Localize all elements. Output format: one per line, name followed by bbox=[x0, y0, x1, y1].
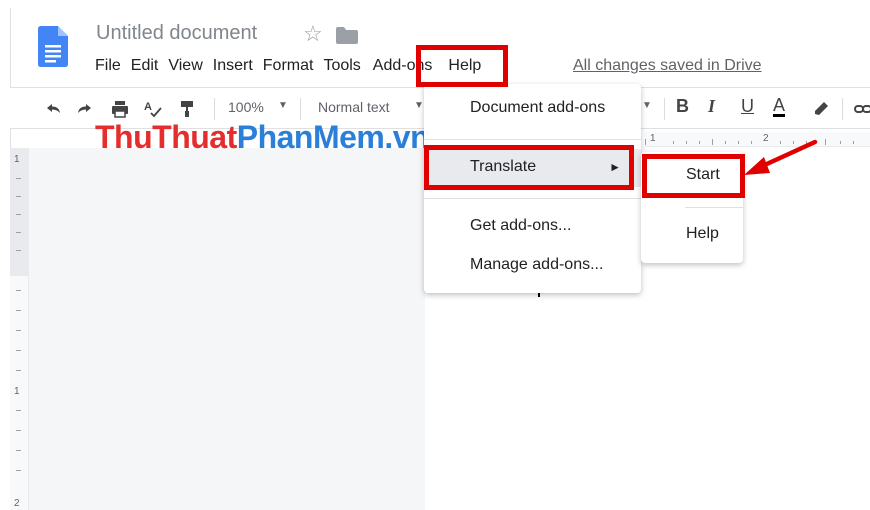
highlight-pen-icon[interactable] bbox=[810, 98, 832, 120]
menu-format[interactable]: Format bbox=[263, 56, 320, 78]
menu-separator bbox=[685, 207, 743, 208]
zoom-caret-icon[interactable]: ▼ bbox=[278, 100, 288, 111]
highlight-box-translate bbox=[424, 145, 634, 190]
style-caret-icon[interactable]: ▼ bbox=[414, 100, 424, 111]
folder-icon[interactable] bbox=[336, 27, 358, 44]
underline-button[interactable]: U bbox=[741, 96, 754, 117]
highlight-box-start bbox=[642, 154, 745, 198]
watermark-part1: ThuThuat bbox=[95, 119, 237, 155]
vertical-ruler-margin bbox=[10, 148, 28, 276]
toolbar-separator bbox=[664, 98, 665, 120]
document-title[interactable]: Untitled document bbox=[96, 22, 257, 45]
star-icon[interactable]: ☆ bbox=[303, 21, 323, 47]
menu-separator bbox=[424, 198, 641, 199]
toolbar-separator bbox=[842, 98, 843, 120]
menu-separator bbox=[424, 139, 641, 140]
ruler-label: 1 bbox=[14, 154, 20, 165]
saved-status-link[interactable]: All changes saved in Drive bbox=[573, 56, 762, 76]
italic-button[interactable]: I bbox=[708, 96, 715, 117]
bold-button[interactable]: B bbox=[676, 96, 689, 117]
paint-format-icon[interactable] bbox=[176, 98, 198, 120]
zoom-select[interactable]: 100% bbox=[228, 99, 264, 115]
submenu-item-help[interactable]: Help bbox=[641, 217, 743, 253]
svg-text:A: A bbox=[144, 101, 152, 113]
menu-edit[interactable]: Edit bbox=[131, 56, 165, 78]
menu-view[interactable]: View bbox=[168, 56, 208, 78]
docs-logo-icon[interactable] bbox=[38, 26, 68, 67]
font-size-caret-icon[interactable]: ▼ bbox=[642, 100, 652, 111]
highlight-box-addons bbox=[416, 45, 508, 87]
page-canvas bbox=[28, 148, 425, 510]
menu-item-get-addons[interactable]: Get add-ons... bbox=[424, 208, 641, 246]
style-select[interactable]: Normal text bbox=[318, 99, 390, 115]
ruler-label: 1 bbox=[650, 133, 656, 144]
watermark-logo: ThuThuatPhanMem.vn bbox=[95, 119, 430, 156]
spellcheck-icon[interactable]: A bbox=[142, 98, 164, 120]
menu-file[interactable]: File bbox=[95, 56, 127, 78]
print-icon[interactable] bbox=[109, 98, 131, 120]
watermark-part2: PhanMem.vn bbox=[236, 119, 430, 155]
text-color-button[interactable]: A bbox=[773, 96, 786, 117]
menu-item-document-addons[interactable]: Document add-ons bbox=[424, 90, 641, 128]
toolbar-separator bbox=[214, 98, 215, 120]
link-icon[interactable] bbox=[852, 98, 870, 120]
redo-icon[interactable] bbox=[74, 98, 96, 120]
menu-tools[interactable]: Tools bbox=[323, 56, 366, 78]
toolbar-separator bbox=[300, 98, 301, 120]
menu-item-manage-addons[interactable]: Manage add-ons... bbox=[424, 247, 641, 285]
menu-insert[interactable]: Insert bbox=[213, 56, 259, 78]
ruler-label: 1 bbox=[14, 386, 20, 397]
ruler-label: 2 bbox=[14, 498, 20, 509]
undo-icon[interactable] bbox=[42, 98, 64, 120]
arrow-pointer-icon bbox=[744, 139, 818, 175]
